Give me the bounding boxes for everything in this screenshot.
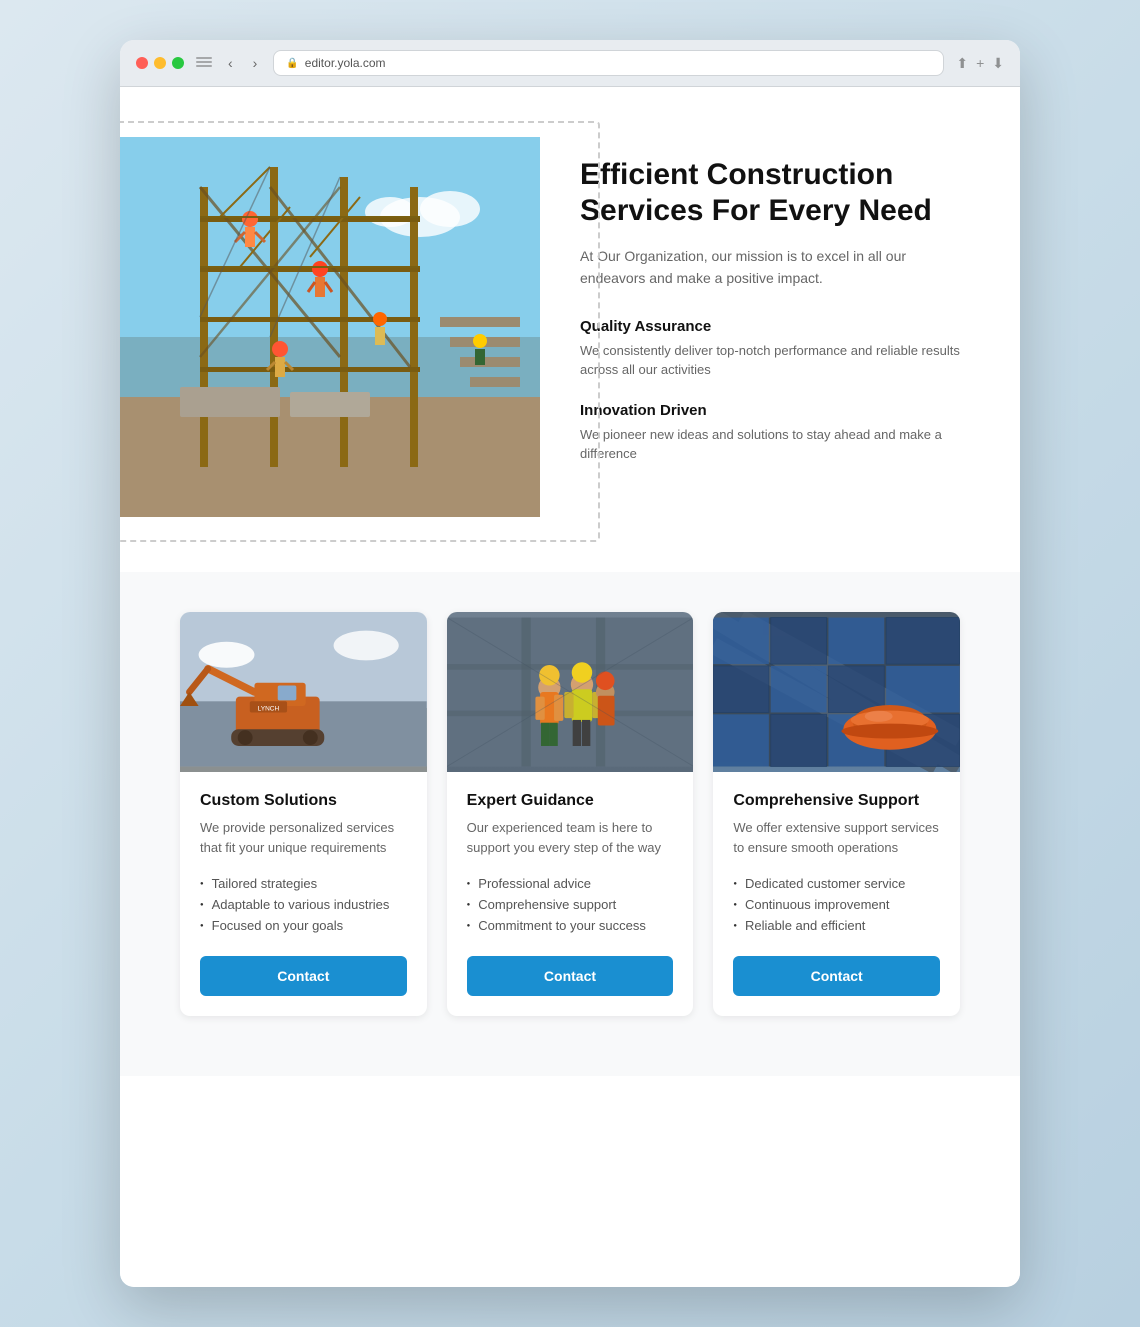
card-list-custom: Tailored strategies Adaptable to various… bbox=[200, 873, 407, 936]
card-expert-guidance: Expert Guidance Our experienced team is … bbox=[447, 612, 694, 1016]
card-custom-solutions: LYNCH Custom Solutions We provide person… bbox=[180, 612, 427, 1016]
maximize-button[interactable] bbox=[172, 57, 184, 69]
list-item: Professional advice bbox=[467, 873, 674, 894]
hero-image-wrapper bbox=[120, 137, 540, 522]
list-item: Adaptable to various industries bbox=[200, 894, 407, 915]
url-text: editor.yola.com bbox=[305, 56, 386, 70]
card-title-custom: Custom Solutions bbox=[200, 792, 407, 810]
card-desc-support: We offer extensive support services to e… bbox=[733, 818, 940, 857]
browser-window: ‹ › 🔒 editor.yola.com ⬆ + ⬇ bbox=[120, 40, 1020, 1287]
list-item: Continuous improvement bbox=[733, 894, 940, 915]
list-item: Commitment to your success bbox=[467, 915, 674, 936]
contact-button-support[interactable]: Contact bbox=[733, 956, 940, 996]
list-item: Tailored strategies bbox=[200, 873, 407, 894]
feature-item-innovation: Innovation Driven We pioneer new ideas a… bbox=[580, 402, 960, 464]
card-body-custom: Custom Solutions We provide personalized… bbox=[180, 772, 427, 1016]
card-body-support: Comprehensive Support We offer extensive… bbox=[713, 772, 960, 1016]
list-item: Comprehensive support bbox=[467, 894, 674, 915]
card-comprehensive-support: Comprehensive Support We offer extensive… bbox=[713, 612, 960, 1016]
traffic-lights bbox=[136, 57, 184, 69]
feature-title-quality: Quality Assurance bbox=[580, 318, 960, 335]
card-image-solar bbox=[713, 612, 960, 772]
cards-section: LYNCH Custom Solutions We provide person… bbox=[120, 572, 1020, 1076]
hero-section: Efficient Construction Services For Ever… bbox=[120, 87, 1020, 572]
card-list-support: Dedicated customer service Continuous im… bbox=[733, 873, 940, 936]
add-tab-button[interactable]: + bbox=[976, 55, 984, 72]
card-title-expert: Expert Guidance bbox=[467, 792, 674, 810]
card-image-workers bbox=[447, 612, 694, 772]
feature-item-quality: Quality Assurance We consistently delive… bbox=[580, 318, 960, 380]
page-content: Efficient Construction Services For Ever… bbox=[120, 87, 1020, 1287]
sidebar-toggle-icon[interactable] bbox=[196, 57, 212, 69]
card-title-support: Comprehensive Support bbox=[733, 792, 940, 810]
toolbar-actions: ⬆ + ⬇ bbox=[956, 55, 1004, 72]
downloads-button[interactable]: ⬇ bbox=[992, 55, 1004, 72]
contact-button-custom[interactable]: Contact bbox=[200, 956, 407, 996]
card-desc-expert: Our experienced team is here to support … bbox=[467, 818, 674, 857]
forward-button[interactable]: › bbox=[249, 53, 262, 73]
list-item: Dedicated customer service bbox=[733, 873, 940, 894]
card-list-expert: Professional advice Comprehensive suppor… bbox=[467, 873, 674, 936]
cards-grid: LYNCH Custom Solutions We provide person… bbox=[180, 612, 960, 1016]
browser-toolbar: ‹ › 🔒 editor.yola.com ⬆ + ⬇ bbox=[120, 40, 1020, 87]
minimize-button[interactable] bbox=[154, 57, 166, 69]
hero-title: Efficient Construction Services For Ever… bbox=[580, 157, 960, 229]
card-body-expert: Expert Guidance Our experienced team is … bbox=[447, 772, 694, 1016]
hero-image bbox=[120, 137, 540, 517]
svg-text:LYNCH: LYNCH bbox=[258, 706, 280, 713]
back-button[interactable]: ‹ bbox=[224, 53, 237, 73]
card-image-excavator: LYNCH bbox=[180, 612, 427, 772]
hero-text: Efficient Construction Services For Ever… bbox=[580, 137, 960, 486]
lock-icon: 🔒 bbox=[286, 58, 298, 69]
feature-title-innovation: Innovation Driven bbox=[580, 402, 960, 419]
card-desc-custom: We provide personalized services that fi… bbox=[200, 818, 407, 857]
contact-button-expert[interactable]: Contact bbox=[467, 956, 674, 996]
address-bar[interactable]: 🔒 editor.yola.com bbox=[273, 50, 944, 76]
hero-subtitle: At Our Organization, our mission is to e… bbox=[580, 245, 960, 290]
list-item: Focused on your goals bbox=[200, 915, 407, 936]
feature-desc-quality: We consistently deliver top-notch perfor… bbox=[580, 341, 960, 380]
share-button[interactable]: ⬆ bbox=[956, 55, 968, 72]
feature-desc-innovation: We pioneer new ideas and solutions to st… bbox=[580, 425, 960, 464]
close-button[interactable] bbox=[136, 57, 148, 69]
list-item: Reliable and efficient bbox=[733, 915, 940, 936]
